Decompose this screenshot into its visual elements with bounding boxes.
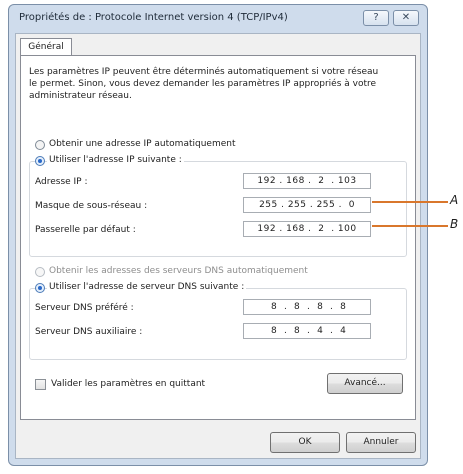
properties-dialog: Propriétés de : Protocole Internet versi…	[8, 4, 428, 466]
ip-address-label: Adresse IP :	[35, 177, 88, 187]
dialog-client-area: Général Les paramètres IP peuvent être d…	[15, 33, 421, 459]
subnet-mask-field[interactable]: 255 . 255 . 255 . 0	[243, 197, 371, 213]
cancel-button[interactable]: Annuler	[346, 432, 416, 453]
preferred-dns-label: Serveur DNS préféré :	[35, 303, 134, 313]
alternate-dns-field[interactable]: 8 . 8 . 4 . 4	[243, 323, 371, 339]
auto-ip-label[interactable]: Obtenir une adresse IP automatiquement	[49, 139, 235, 149]
help-icon: ?	[373, 12, 379, 23]
callout-b-line	[372, 225, 448, 227]
auto-dns-label[interactable]: Obtenir les adresses des serveurs DNS au…	[49, 266, 308, 276]
callout-a-label: A	[450, 193, 459, 207]
manual-ip-radio[interactable]	[35, 156, 45, 166]
alternate-dns-label: Serveur DNS auxiliaire :	[35, 327, 143, 337]
general-panel: Les paramètres IP peuvent être déterminé…	[20, 55, 416, 420]
advanced-button[interactable]: Avancé...	[327, 373, 403, 394]
ip-address-field[interactable]: 192 . 168 . 2 . 103	[243, 173, 371, 189]
validate-label[interactable]: Valider les paramètres en quittant	[51, 379, 205, 389]
close-icon: ✕	[401, 12, 411, 23]
title-bar: Propriétés de : Protocole Internet versi…	[9, 5, 427, 33]
validate-checkbox[interactable]	[35, 379, 46, 390]
tab-general[interactable]: Général	[20, 38, 72, 56]
callout-a-line	[372, 201, 448, 203]
manual-dns-label[interactable]: Utiliser l'adresse de serveur DNS suivan…	[47, 282, 247, 292]
close-button[interactable]: ✕	[393, 10, 419, 26]
default-gateway-label: Passerelle par défaut :	[35, 225, 136, 235]
preferred-dns-field[interactable]: 8 . 8 . 8 . 8	[243, 299, 371, 315]
description-text: Les paramètres IP peuvent être déterminé…	[29, 67, 379, 101]
window-title: Propriétés de : Protocole Internet versi…	[19, 12, 288, 23]
auto-dns-radio[interactable]	[35, 267, 45, 277]
manual-dns-radio[interactable]	[35, 283, 45, 293]
help-button[interactable]: ?	[363, 10, 389, 26]
subnet-mask-label: Masque de sous-réseau :	[35, 201, 148, 211]
manual-ip-label[interactable]: Utiliser l'adresse IP suivante :	[47, 155, 184, 165]
default-gateway-field[interactable]: 192 . 168 . 2 . 100	[243, 221, 371, 237]
ok-button[interactable]: OK	[270, 432, 340, 453]
callout-b-label: B	[450, 217, 459, 231]
auto-ip-radio[interactable]	[35, 140, 45, 150]
